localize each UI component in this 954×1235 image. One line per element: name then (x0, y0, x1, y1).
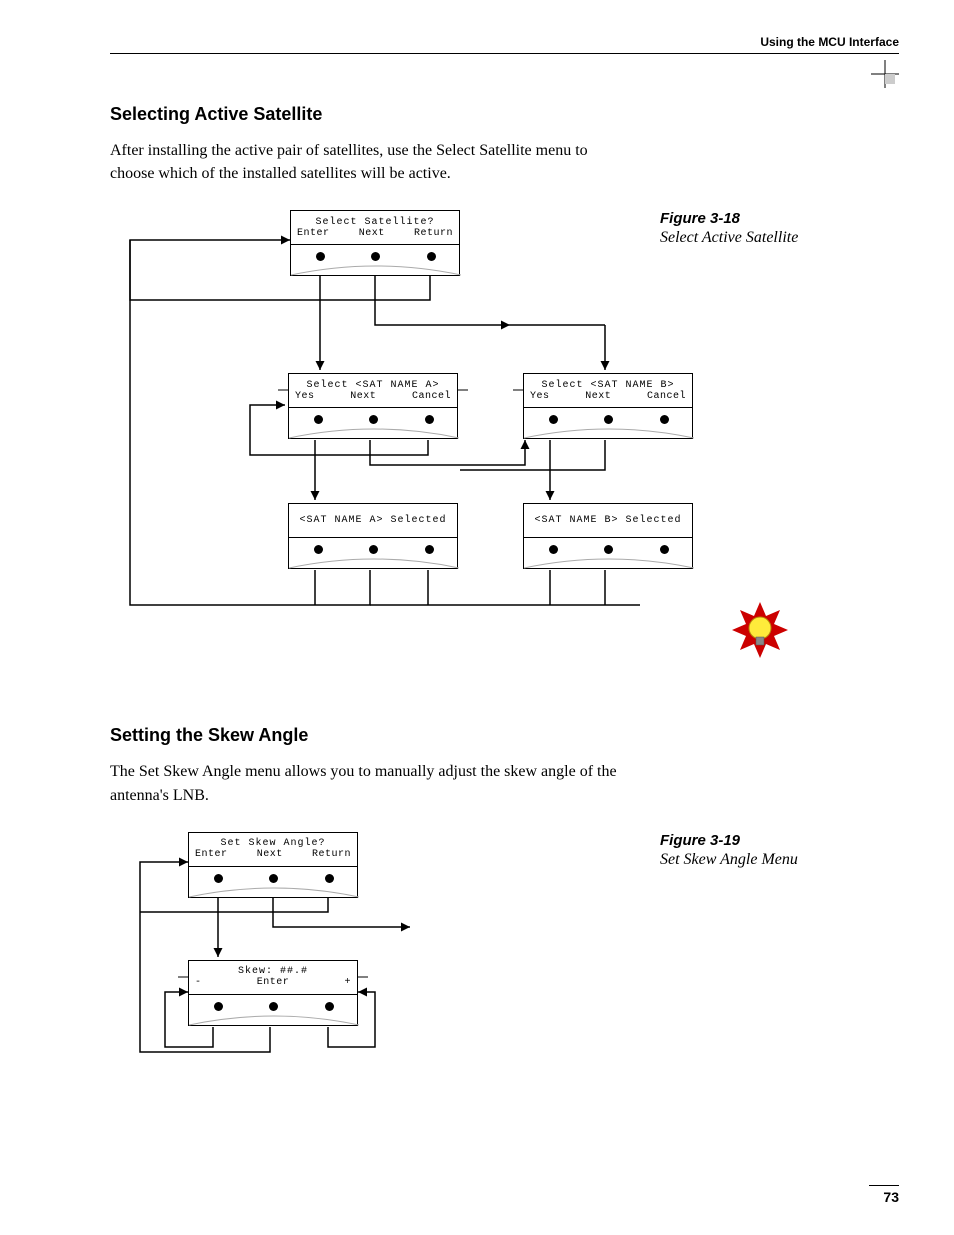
mcu-select-sat-a: Select <SAT NAME A> Yes Next Cancel (288, 373, 458, 439)
mcu-button-3[interactable] (325, 1002, 334, 1011)
mcu-button-2[interactable] (369, 545, 378, 554)
mcu-sat-a-selected: <SAT NAME A> Selected (288, 503, 458, 569)
mcu-button-1[interactable] (214, 874, 223, 883)
lcd-opt-b: Enter (257, 977, 290, 988)
lcd-opt-a: Enter (195, 849, 228, 860)
mcu-skew-value: Skew: ##.# - Enter + (188, 960, 358, 1026)
mcu-button-2[interactable] (369, 415, 378, 424)
page-header: Using the MCU Interface (110, 35, 899, 54)
figure-3-18-number: Figure 3-18 (660, 210, 899, 227)
lcd-opt-c: Cancel (412, 391, 451, 402)
mcu-button-3[interactable] (325, 874, 334, 883)
mcu-select-sat-b: Select <SAT NAME B> Yes Next Cancel (523, 373, 693, 439)
lcd-opt-a: - (195, 977, 202, 988)
mcu-set-skew-angle: Set Skew Angle? Enter Next Return (188, 832, 358, 898)
mcu-sat-b-selected: <SAT NAME B> Selected (523, 503, 693, 569)
mcu-button-3[interactable] (660, 415, 669, 424)
mcu-button-2[interactable] (604, 545, 613, 554)
tip-lightbulb-icon (730, 600, 790, 665)
figure-3-19-title: Set Skew Angle Menu (660, 851, 899, 869)
lcd-line1: <SAT NAME B> Selected (528, 515, 688, 526)
mcu-button-1[interactable] (314, 415, 323, 424)
lcd-opt-a: Yes (530, 391, 550, 402)
body-setting-skew-angle: The Set Skew Angle menu allows you to ma… (110, 760, 630, 806)
lcd-opt-c: Cancel (647, 391, 686, 402)
mcu-button-1[interactable] (549, 415, 558, 424)
lcd-opt-c: Return (414, 228, 453, 239)
heading-selecting-active-satellite: Selecting Active Satellite (110, 104, 899, 125)
lcd-line1: Skew: ##.# (193, 966, 353, 977)
page-number: 73 (869, 1185, 899, 1205)
lcd-line1: <SAT NAME A> Selected (293, 515, 453, 526)
mcu-select-satellite: Select Satellite? Enter Next Return (290, 210, 460, 276)
lcd-opt-b: Next (350, 391, 376, 402)
figure-3-18-diagram: Select Satellite? Enter Next Return (110, 205, 640, 675)
figure-3-19-diagram: Set Skew Angle? Enter Next Return (110, 827, 640, 1067)
lcd-opt-c: Return (312, 849, 351, 860)
mcu-button-3[interactable] (660, 545, 669, 554)
mcu-button-2[interactable] (269, 874, 278, 883)
lcd-opt-a: Yes (295, 391, 315, 402)
mcu-button-1[interactable] (314, 545, 323, 554)
mcu-button-2[interactable] (604, 415, 613, 424)
heading-setting-skew-angle: Setting the Skew Angle (110, 725, 899, 746)
lcd-opt-c: + (344, 977, 351, 988)
cropmark-icon (871, 60, 899, 88)
lcd-line1: Select <SAT NAME B> (528, 380, 688, 391)
mcu-button-3[interactable] (425, 545, 434, 554)
lcd-line1: Select <SAT NAME A> (293, 380, 453, 391)
mcu-button-2[interactable] (269, 1002, 278, 1011)
body-selecting-active-satellite: After installing the active pair of sate… (110, 139, 630, 185)
mcu-button-1[interactable] (214, 1002, 223, 1011)
lcd-opt-a: Enter (297, 228, 330, 239)
mcu-button-1[interactable] (316, 252, 325, 261)
lcd-opt-b: Next (359, 228, 385, 239)
figure-3-18-title: Select Active Satellite (660, 229, 899, 247)
lcd-opt-b: Next (257, 849, 283, 860)
lcd-line1: Select Satellite? (295, 217, 455, 228)
lcd-opt-b: Next (585, 391, 611, 402)
mcu-button-3[interactable] (427, 252, 436, 261)
mcu-button-3[interactable] (425, 415, 434, 424)
lcd-line1: Set Skew Angle? (193, 838, 353, 849)
mcu-button-1[interactable] (549, 545, 558, 554)
figure-3-19-number: Figure 3-19 (660, 832, 899, 849)
mcu-button-2[interactable] (371, 252, 380, 261)
